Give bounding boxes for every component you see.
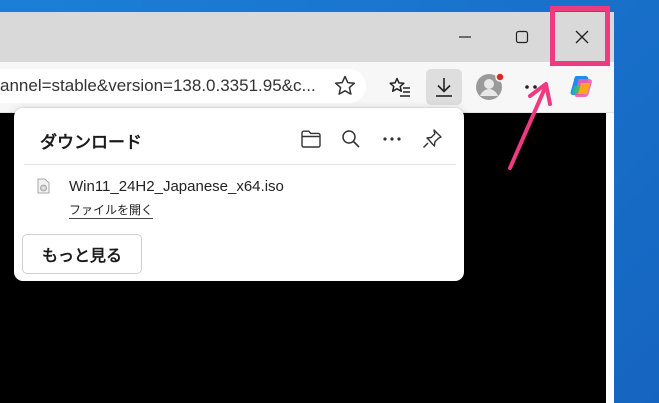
star-icon	[334, 75, 356, 95]
title-bar	[0, 12, 614, 62]
maximize-icon	[515, 30, 529, 44]
see-more-button[interactable]: もっと見る	[22, 234, 142, 274]
favorite-star-button[interactable]	[333, 74, 357, 98]
pin-button[interactable]	[420, 127, 444, 151]
downloads-more-button[interactable]	[380, 127, 404, 151]
open-folder-button[interactable]	[299, 127, 323, 151]
favorites-icon	[389, 77, 410, 97]
more-options-icon	[383, 137, 401, 141]
open-file-link[interactable]: ファイルを開く	[69, 203, 154, 219]
close-highlight-box	[550, 6, 610, 66]
downloads-title: ダウンロード	[40, 133, 142, 153]
minimize-button[interactable]	[437, 12, 493, 62]
pin-icon	[422, 129, 442, 149]
maximize-button[interactable]	[494, 12, 550, 62]
downloads-panel: ダウンロード Win11_24H2_Japanese_x64.iso ファイルを	[14, 108, 464, 281]
minimize-icon	[459, 36, 471, 38]
copilot-icon	[570, 76, 592, 97]
search-downloads-button[interactable]	[339, 127, 363, 151]
download-file-name[interactable]: Win11_24H2_Japanese_x64.iso	[69, 178, 284, 195]
favorites-button[interactable]	[382, 69, 418, 105]
downloads-button[interactable]	[426, 69, 462, 105]
download-icon	[436, 78, 452, 97]
search-icon	[342, 130, 360, 148]
address-bar[interactable]: annel=stable&version=138.0.3351.95&c...	[0, 69, 366, 103]
pointer-arrow	[508, 82, 552, 170]
panel-divider	[24, 164, 456, 165]
folder-icon	[301, 130, 321, 148]
address-text: annel=stable&version=138.0.3351.95&c...	[0, 76, 316, 95]
file-icon	[37, 178, 50, 194]
